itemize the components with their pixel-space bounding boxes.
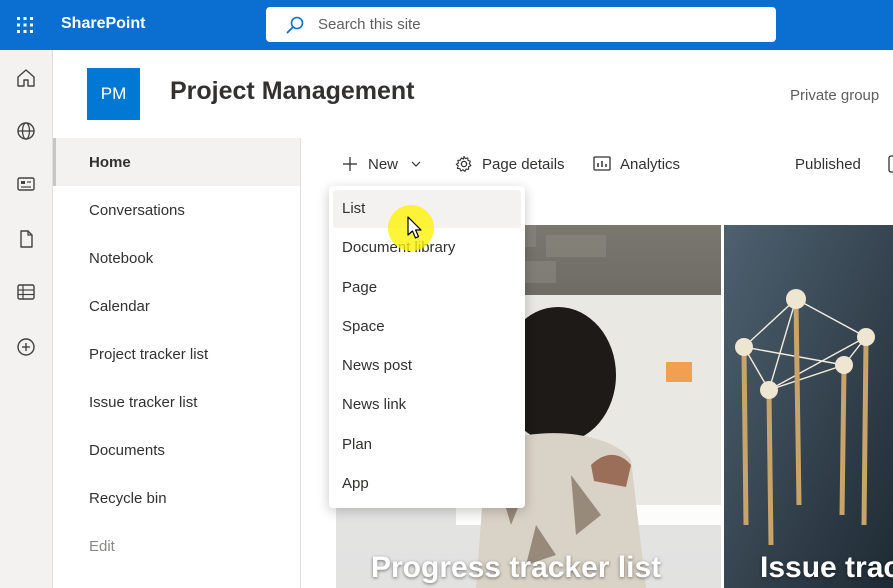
page-details-label: Page details (482, 155, 565, 173)
menu-item-space[interactable]: Space (333, 308, 521, 346)
file-icon[interactable] (14, 227, 38, 251)
menu-item-app[interactable]: App (333, 465, 521, 503)
menu-item-plan[interactable]: Plan (333, 426, 521, 464)
menu-item-label: News post (342, 357, 413, 374)
analytics-icon (593, 156, 611, 171)
plus-icon (343, 157, 357, 171)
menu-item-label: List (342, 200, 366, 217)
nav-item-calendar[interactable]: Calendar (53, 282, 300, 330)
nav-item-label: Conversations (89, 202, 185, 219)
page-status-icon (888, 155, 893, 173)
menu-item-label: Plan (342, 436, 373, 453)
nav-item-label: Calendar (89, 298, 150, 315)
menu-item-label: News link (342, 396, 407, 413)
app-bar (0, 50, 53, 588)
menu-item-label: Page (342, 279, 378, 296)
nav-item-label: Edit (89, 538, 115, 555)
site-title[interactable]: Project Management (170, 77, 415, 106)
nav-item-label: Documents (89, 442, 165, 459)
add-icon[interactable] (14, 335, 38, 359)
publish-status-label: Published (795, 155, 861, 173)
publish-status: Published (795, 148, 893, 180)
list-icon[interactable] (14, 280, 38, 304)
nav-item-project-tracker-list[interactable]: Project tracker list (53, 330, 300, 378)
menu-item-label: App (342, 475, 369, 492)
new-button[interactable]: New (342, 148, 422, 180)
gear-icon (455, 155, 472, 172)
search-icon (286, 16, 304, 34)
menu-item-label: Space (342, 318, 385, 335)
app-launcher-icon[interactable] (0, 0, 50, 50)
left-navigation: Home Conversations Notebook Calendar Pro… (53, 138, 301, 588)
search-input[interactable]: Search this site (318, 16, 421, 33)
nav-item-notebook[interactable]: Notebook (53, 234, 300, 282)
chevron-down-icon (411, 161, 421, 167)
menu-item-news-post[interactable]: News post (333, 347, 521, 385)
nav-item-label: Notebook (89, 250, 154, 267)
site-logo[interactable]: PM (87, 68, 140, 120)
nav-item-documents[interactable]: Documents (53, 426, 300, 474)
app-name[interactable]: SharePoint (61, 15, 145, 33)
nav-item-home[interactable]: Home (53, 138, 300, 186)
page-details-button[interactable]: Page details (455, 148, 565, 180)
nav-item-label: Issue tracker list (89, 394, 198, 411)
suite-bar: SharePoint Search this site (0, 0, 893, 50)
search-box[interactable]: Search this site (266, 7, 776, 42)
nav-item-label: Home (89, 154, 131, 171)
hero-tile-issue-tracker[interactable]: Issue trac (724, 225, 893, 588)
nav-item-label: Recycle bin (89, 490, 167, 507)
mouse-pointer-icon (407, 216, 422, 239)
hero-image (724, 225, 893, 588)
news-icon[interactable] (14, 172, 38, 196)
globe-icon[interactable] (14, 119, 38, 143)
home-icon[interactable] (14, 66, 38, 90)
hero-caption: Progress tracker list (371, 551, 662, 584)
new-button-label: New (368, 155, 399, 173)
nav-item-label: Project tracker list (89, 346, 209, 363)
nav-item-issue-tracker-list[interactable]: Issue tracker list (53, 378, 300, 426)
menu-item-news-link[interactable]: News link (333, 386, 521, 424)
menu-item-page[interactable]: Page (333, 269, 521, 307)
analytics-button[interactable]: Analytics (593, 148, 680, 180)
nav-item-conversations[interactable]: Conversations (53, 186, 300, 234)
nav-item-recycle-bin[interactable]: Recycle bin (53, 474, 300, 522)
nav-edit-link[interactable]: Edit (53, 522, 300, 570)
hero-caption: Issue trac (760, 551, 893, 584)
group-privacy-label: Private group (790, 87, 880, 104)
analytics-label: Analytics (620, 155, 681, 173)
